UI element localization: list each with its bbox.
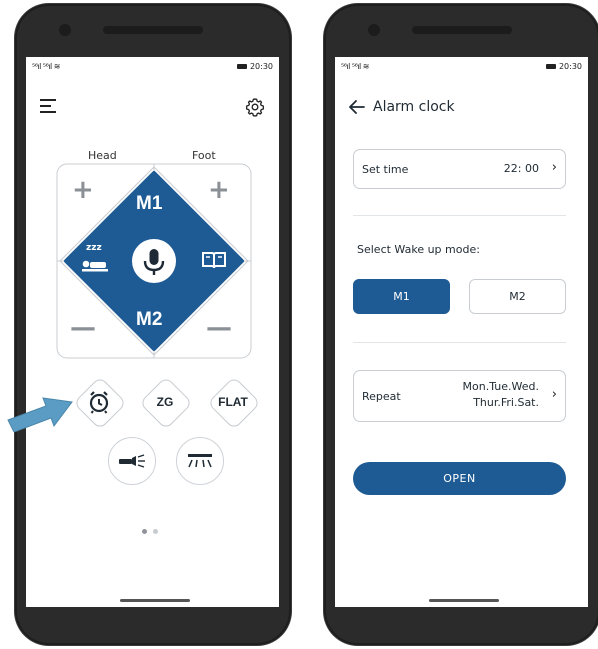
page-dot-active[interactable] bbox=[142, 529, 147, 534]
page-indicator bbox=[142, 529, 158, 534]
battery-icon bbox=[236, 64, 247, 69]
signal-indicator: ⁵⁶ıl ⁵⁶ıl ≋ bbox=[341, 62, 370, 71]
earpiece-speaker bbox=[103, 26, 203, 34]
anti-snore-button[interactable]: zzz bbox=[80, 243, 114, 275]
repeat-row[interactable]: Repeat Mon.Tue.Wed. Thur.Fri.Sat. › bbox=[353, 370, 566, 422]
repeat-label: Repeat bbox=[362, 390, 401, 403]
chevron-right-icon: › bbox=[551, 160, 557, 175]
head-label: Head bbox=[88, 149, 117, 162]
repeat-days-line2: Thur.Fri.Sat. bbox=[473, 396, 539, 409]
book-icon bbox=[202, 252, 226, 269]
phone-screen-right: ⁵⁶ıl ⁵⁶ıl ≋ 20:30 Alarm clock Set time 2… bbox=[335, 57, 588, 607]
home-indicator bbox=[120, 599, 190, 602]
underbed-light-icon bbox=[188, 454, 212, 468]
front-camera bbox=[368, 24, 380, 36]
alarm-button[interactable] bbox=[72, 375, 127, 430]
bed-control-pad: + + — — M1 M2 zzz bbox=[56, 163, 252, 359]
clock: 20:30 bbox=[249, 62, 273, 71]
underbed-light-button[interactable] bbox=[176, 437, 224, 485]
head-down-button[interactable]: — bbox=[70, 313, 96, 343]
zzz-text: zzz bbox=[86, 243, 102, 253]
flat-label: FLAT bbox=[218, 395, 248, 409]
front-camera bbox=[59, 24, 71, 36]
alarm-clock-icon bbox=[89, 391, 109, 414]
phone-frame-left: ⁵⁶ıl ⁵⁶ıl ≋ 20:30 Head Foot + + — — M1 M… bbox=[15, 4, 291, 645]
back-arrow-icon[interactable] bbox=[349, 100, 365, 114]
clock: 20:30 bbox=[558, 62, 582, 71]
status-bar: ⁵⁶ıl ⁵⁶ıl ≋ 20:30 bbox=[26, 57, 279, 75]
battery-icon bbox=[545, 64, 556, 69]
zero-gravity-button[interactable]: ZG bbox=[138, 375, 193, 430]
foot-up-button[interactable]: + bbox=[208, 175, 230, 205]
page-dot[interactable] bbox=[153, 529, 158, 534]
wake-mode-m1-button[interactable]: M1 bbox=[353, 279, 450, 314]
flashlight-button[interactable] bbox=[108, 437, 156, 485]
memory-m1-button[interactable]: M1 bbox=[136, 193, 162, 215]
head-up-button[interactable]: + bbox=[72, 175, 94, 205]
set-time-row[interactable]: Set time 22: 00 › bbox=[353, 149, 566, 189]
phone-screen-left: ⁵⁶ıl ⁵⁶ıl ≋ 20:30 Head Foot + + — — M1 M… bbox=[26, 57, 279, 607]
flat-button[interactable]: FLAT bbox=[206, 375, 261, 430]
sleeping-person-icon bbox=[82, 260, 108, 272]
open-button[interactable]: OPEN bbox=[353, 462, 566, 495]
foot-label: Foot bbox=[192, 149, 216, 162]
zg-label: ZG bbox=[156, 395, 174, 409]
header: Alarm clock bbox=[349, 99, 455, 115]
repeat-days-line1: Mon.Tue.Wed. bbox=[462, 380, 539, 393]
set-time-value: 22: 00 bbox=[503, 162, 539, 175]
status-bar: ⁵⁶ıl ⁵⁶ıl ≋ 20:30 bbox=[335, 57, 588, 75]
set-time-label: Set time bbox=[362, 163, 409, 176]
hamburger-menu-icon[interactable] bbox=[40, 99, 58, 113]
microphone-icon bbox=[143, 249, 165, 275]
gear-icon[interactable] bbox=[245, 97, 265, 117]
flashlight-icon bbox=[119, 454, 145, 468]
pointer-arrow-icon bbox=[7, 397, 73, 432]
page-title: Alarm clock bbox=[373, 99, 455, 115]
wake-mode-label: Select Wake up mode: bbox=[357, 243, 480, 256]
divider bbox=[353, 215, 566, 216]
chevron-right-icon: › bbox=[551, 387, 557, 402]
earpiece-speaker bbox=[412, 26, 512, 34]
memory-m2-button[interactable]: M2 bbox=[136, 309, 162, 331]
divider bbox=[353, 342, 566, 343]
voice-button[interactable] bbox=[132, 239, 176, 283]
reading-mode-button[interactable] bbox=[200, 249, 230, 273]
foot-down-button[interactable]: — bbox=[206, 313, 232, 343]
home-indicator bbox=[429, 599, 499, 602]
signal-indicator: ⁵⁶ıl ⁵⁶ıl ≋ bbox=[32, 62, 61, 71]
wake-mode-m2-button[interactable]: M2 bbox=[469, 279, 566, 314]
phone-frame-right: ⁵⁶ıl ⁵⁶ıl ≋ 20:30 Alarm clock Set time 2… bbox=[324, 4, 598, 645]
